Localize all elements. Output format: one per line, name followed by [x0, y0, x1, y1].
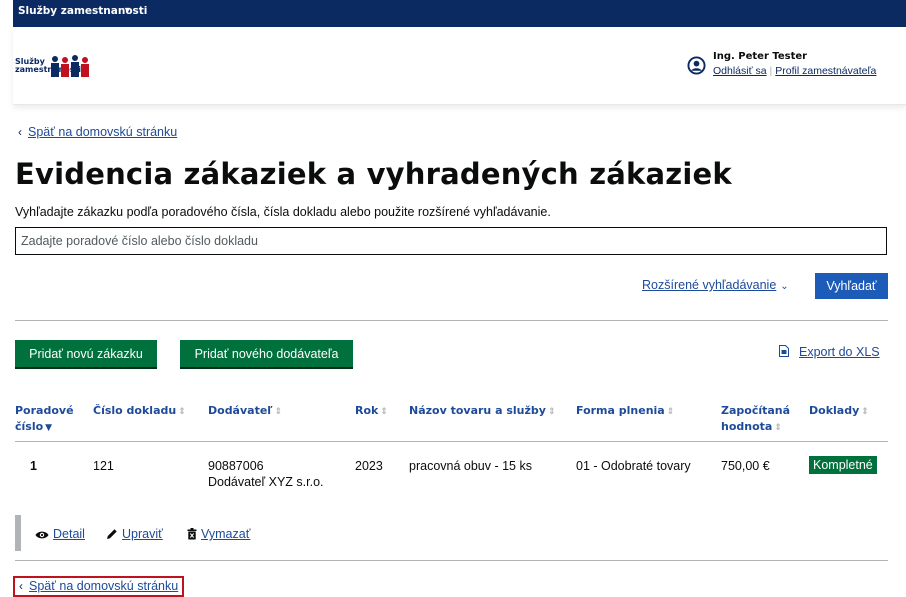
export-xls-label: Export do XLS	[799, 345, 880, 359]
eye-icon	[35, 531, 49, 539]
export-xls-link[interactable]: Export do XLS	[779, 345, 880, 359]
column-header-label: číslo	[15, 420, 44, 433]
supplier-id: 90887006	[208, 459, 264, 473]
column-header-document-number[interactable]: Číslo dokladu ⇕	[93, 403, 186, 420]
back-link-label: Späť na domovskú stránku	[29, 579, 179, 593]
employer-profile-link[interactable]: Profil zamestnávateľa	[775, 65, 876, 77]
edit-link[interactable]: Upraviť	[106, 527, 163, 541]
divider	[15, 320, 888, 321]
top-bar: Služby zamestnanosti ▼	[13, 0, 906, 27]
trash-icon	[187, 528, 197, 540]
sort-icon: ⇕	[547, 407, 556, 417]
column-header-year[interactable]: Rok ⇕	[355, 403, 388, 420]
cell-fulfillment-form: 01 - Odobraté tovary	[576, 459, 691, 473]
row-actions: Detail Upraviť Vymazať	[15, 515, 888, 551]
link-separator: |	[769, 65, 773, 77]
column-header-label: Názov tovaru a služby	[409, 404, 546, 417]
site-header: Služby zamestnanosti Ing. Peter Tester O…	[13, 27, 906, 105]
column-header-label: Doklady	[809, 404, 860, 417]
column-header-label: Poradové	[15, 404, 74, 417]
sort-icon: ⇕	[380, 407, 388, 417]
detail-link[interactable]: Detail	[35, 527, 85, 541]
sort-descending-icon: ▼	[45, 423, 53, 433]
divider	[15, 560, 888, 561]
column-header-goods-name[interactable]: Názov tovaru a služby ⇕	[409, 403, 555, 420]
column-header-label: Forma plnenia	[576, 404, 665, 417]
delete-label: Vymazať	[201, 527, 251, 541]
chevron-left-icon: ‹	[18, 125, 22, 139]
back-to-home-link[interactable]: ‹ Späť na domovskú stránku	[18, 125, 177, 139]
cell-year: 2023	[355, 459, 383, 473]
sort-icon: ⇕	[666, 407, 675, 417]
column-header-label: hodnota	[721, 420, 773, 433]
cell-goods-name: pracovná obuv - 15 ks	[409, 459, 532, 473]
site-logo[interactable]: Služby zamestnanosti	[15, 55, 95, 85]
column-header-supplier[interactable]: Dodávateľ ⇕	[208, 403, 282, 420]
advanced-search-toggle[interactable]: Rozšírené vyhľadávanie ⌄	[642, 278, 789, 292]
user-name: Ing. Peter Tester	[713, 51, 808, 62]
chevron-down-icon: ⌄	[780, 281, 789, 292]
column-header-fulfillment-form[interactable]: Forma plnenia ⇕	[576, 403, 674, 420]
back-to-home-link-bottom[interactable]: ‹ Späť na domovskú stránku	[13, 576, 185, 597]
column-header-order-number[interactable]: Poradové číslo ▼	[15, 403, 74, 436]
sort-icon: ⇕	[774, 423, 782, 433]
pencil-icon	[107, 529, 117, 539]
search-button[interactable]: Vyhľadať	[815, 273, 888, 299]
back-link-label: Späť na domovskú stránku	[28, 125, 178, 139]
column-header-label: Rok	[355, 404, 379, 417]
chevron-left-icon: ‹	[19, 579, 23, 593]
file-export-icon	[779, 345, 789, 357]
detail-label: Detail	[53, 527, 85, 541]
cell-counted-value: 750,00 €	[721, 459, 770, 473]
status-badge: Kompletné	[809, 456, 877, 474]
column-header-label: Číslo dokladu	[93, 404, 177, 417]
column-header-counted-value[interactable]: Započítaná hodnota ⇕	[721, 403, 790, 436]
table-header-divider	[15, 441, 888, 442]
page-title: Evidencia zákaziek a vyhradených zákazie…	[15, 157, 732, 191]
advanced-search-label: Rozšírené vyhľadávanie	[642, 278, 777, 292]
sort-icon: ⇕	[274, 407, 283, 417]
user-links: Odhlásiť sa | Profil zamestnávateľa	[713, 65, 876, 77]
supplier-name: Dodávateľ XYZ s.r.o.	[208, 475, 324, 489]
edit-label: Upraviť	[122, 527, 163, 541]
cell-supplier: 90887006 Dodávateľ XYZ s.r.o.	[208, 458, 324, 490]
search-input[interactable]	[15, 227, 887, 255]
cell-order-number: 1	[30, 459, 37, 473]
add-order-button[interactable]: Pridať novú zákazku	[15, 340, 157, 367]
people-logo-icon	[51, 55, 89, 77]
add-supplier-button[interactable]: Pridať nového dodávateľa	[180, 340, 353, 367]
caret-down-icon[interactable]: ▼	[123, 5, 132, 15]
column-header-label: Dodávateľ	[208, 404, 273, 417]
delete-link[interactable]: Vymazať	[187, 527, 250, 541]
user-account-icon	[687, 56, 706, 75]
sort-icon: ⇕	[178, 407, 186, 417]
logout-link[interactable]: Odhlásiť sa	[713, 65, 767, 77]
column-header-label: Započítaná	[721, 404, 791, 417]
sort-icon: ⇕	[861, 407, 869, 417]
search-hint: Vyhľadajte zákazku podľa poradového čísl…	[15, 205, 551, 219]
column-header-documents[interactable]: Doklady ⇕	[809, 403, 869, 420]
cell-document-number: 121	[93, 459, 114, 473]
